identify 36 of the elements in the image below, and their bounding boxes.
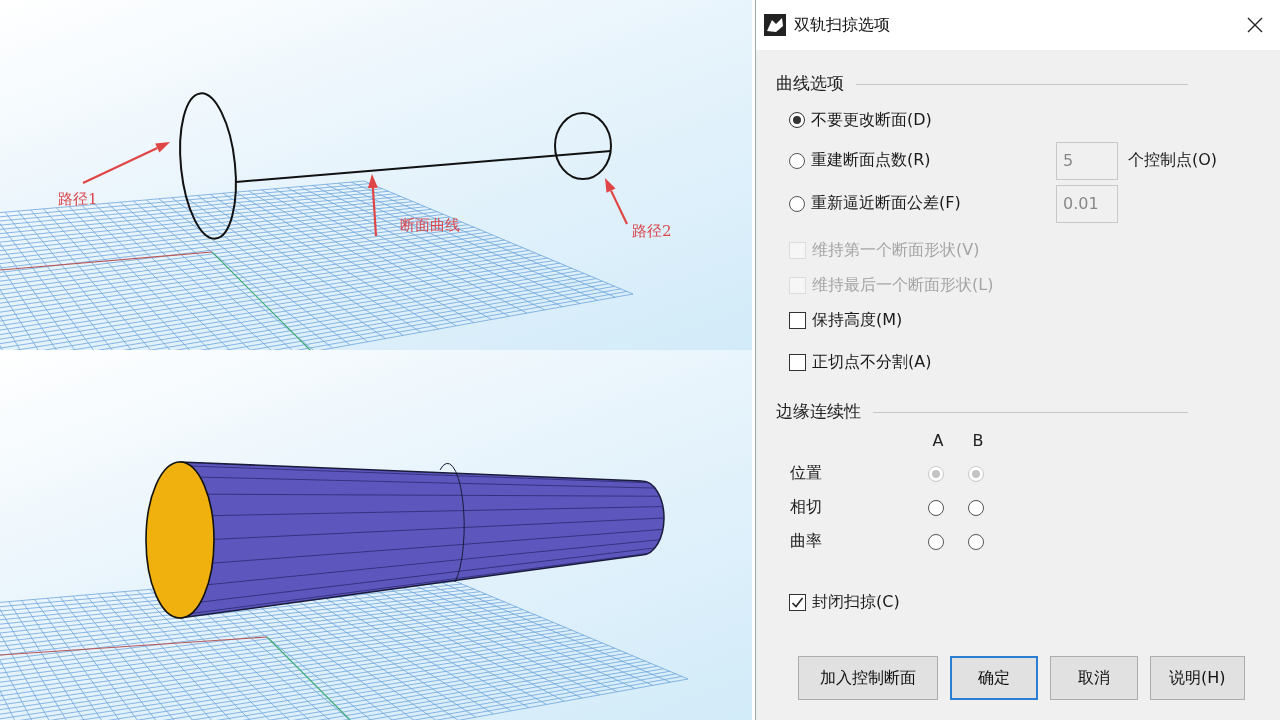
radio-button[interactable] (968, 533, 984, 550)
radio-button[interactable] (968, 499, 984, 516)
section-heading: 曲线选项 (776, 72, 844, 95)
radio-option[interactable]: 重新逼近断面公差(F) (789, 193, 1046, 214)
arrow (605, 178, 628, 225)
radio-option[interactable]: 不要更改断面(D) (789, 109, 1046, 131)
radio-button[interactable] (789, 152, 805, 169)
checkbox-option[interactable]: 正切点不分割(A) (789, 351, 932, 373)
dialog-button[interactable]: 加入控制断面 (798, 656, 938, 700)
checkbox[interactable] (789, 353, 806, 371)
app-icon (764, 14, 786, 36)
radio-button[interactable] (789, 195, 805, 212)
column-header: B (971, 431, 985, 450)
dialog-button[interactable]: 确定 (950, 656, 1038, 700)
radio-button[interactable] (928, 533, 944, 550)
rail-circle (554, 112, 612, 180)
checkbox[interactable] (789, 312, 806, 329)
checkbox[interactable] (789, 593, 806, 611)
annotation-label: 路径2 (632, 222, 672, 241)
row-label: 位置 (790, 463, 823, 484)
arrow (367, 174, 378, 237)
row-label: 相切 (790, 497, 823, 518)
field-unit: 个控制点(O) (1128, 150, 1219, 171)
annotation-label: 路径1 (58, 190, 98, 209)
section-heading: 边缘连续性 (776, 400, 861, 423)
checkbox-option[interactable]: 封闭扫掠(C) (789, 591, 900, 613)
annotation-label: 断面曲线 (400, 216, 460, 235)
radio-option[interactable]: 重建断面点数(R) (789, 150, 1046, 171)
checkbox-option[interactable]: 保持高度(M) (789, 310, 903, 331)
radio-button[interactable] (789, 112, 805, 128)
window-title: 双轨扫掠选项 (794, 14, 891, 36)
dialog-button[interactable]: 说明(H) (1150, 656, 1245, 700)
column-header: A (931, 431, 945, 450)
dialog-button[interactable]: 取消 (1050, 656, 1138, 700)
row-label: 曲率 (790, 531, 823, 552)
radio-button[interactable] (928, 499, 944, 516)
